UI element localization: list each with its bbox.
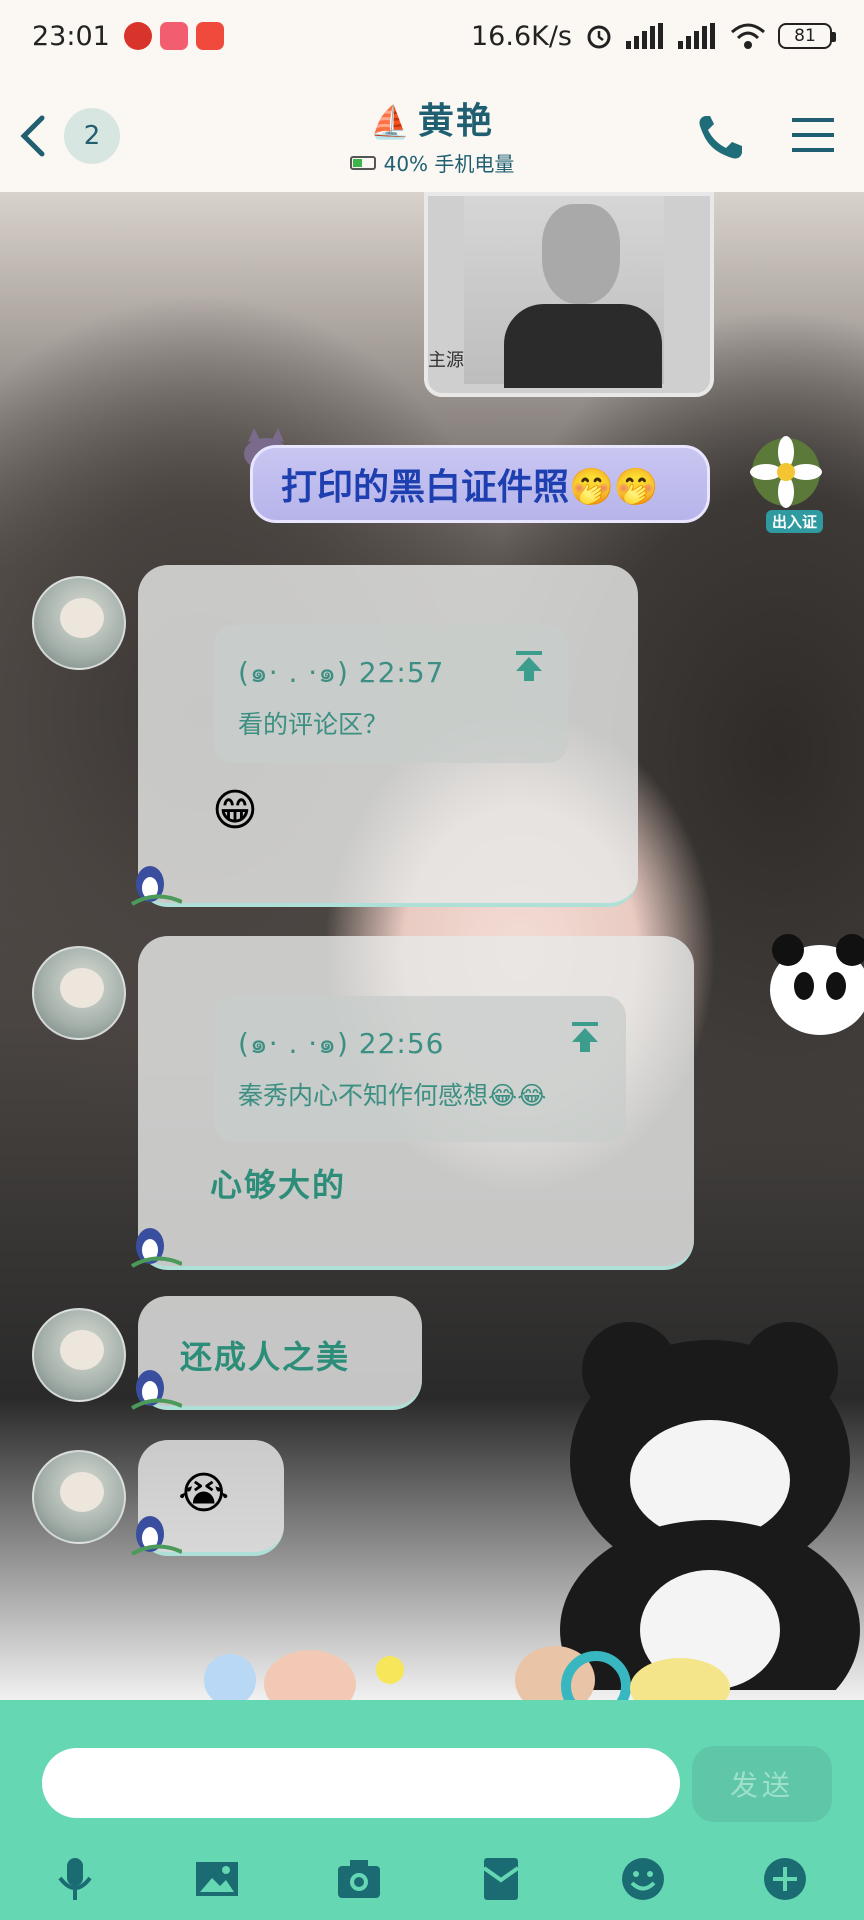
mic-icon[interactable] xyxy=(50,1854,100,1904)
penguin-sticker-icon xyxy=(130,1228,182,1268)
my-avatar[interactable]: 出入证 xyxy=(740,432,832,536)
bear-sticker xyxy=(560,1322,860,1690)
quoted-message[interactable]: (๑· . ·๑) 22:56 秦秀内心不知作何感想😂😂 xyxy=(214,996,626,1142)
app-notification-icon xyxy=(123,22,152,50)
network-speed: 16.6K/s xyxy=(471,20,572,52)
signal-icon xyxy=(626,23,663,49)
signal-hd-icon xyxy=(678,23,715,49)
contact-avatar[interactable] xyxy=(32,946,126,1040)
chat-header: 2 ⛵ 黄艳 40% 手机电量 xyxy=(0,72,864,192)
phone-icon[interactable] xyxy=(692,110,746,164)
image-icon[interactable] xyxy=(192,1854,242,1904)
status-bar: 23:01 16.6K/s 81 xyxy=(0,0,864,72)
photo-body xyxy=(504,304,662,388)
penguin-sticker-icon xyxy=(130,1516,182,1556)
send-button[interactable]: 发送 xyxy=(692,1746,832,1822)
message-input[interactable] xyxy=(42,1748,680,1818)
app-notification-icon xyxy=(195,22,224,50)
status-time: 23:01 xyxy=(32,20,110,52)
sailboat-icon: ⛵ xyxy=(370,103,412,141)
contact-name: 黄艳 xyxy=(417,101,494,142)
sent-message-bubble[interactable]: 打印的黑白证件照🤭🤭 xyxy=(250,445,710,523)
menu-icon[interactable] xyxy=(790,112,836,158)
jump-to-quote-icon[interactable] xyxy=(568,1020,602,1054)
contact-avatar[interactable] xyxy=(32,1308,126,1402)
pass-sticker: 出入证 xyxy=(766,510,824,533)
composer-toolbar xyxy=(0,1840,864,1920)
red-packet-icon[interactable] xyxy=(476,1854,526,1904)
penguin-sticker-icon xyxy=(130,1370,182,1410)
battery-mini-icon xyxy=(349,155,376,170)
penguin-sticker-icon xyxy=(130,866,182,906)
message-text: 心够大的 xyxy=(210,1166,347,1204)
id-photo xyxy=(464,196,664,388)
message-text: 还成人之美 xyxy=(180,1338,351,1376)
contact-avatar[interactable] xyxy=(32,576,126,670)
jump-to-quote-icon[interactable] xyxy=(512,649,546,683)
panda-sticker xyxy=(770,934,864,1035)
peeking-characters-decoration xyxy=(204,1646,730,1700)
daisy-icon xyxy=(750,436,822,508)
received-message-bubble[interactable]: (๑· . ·๑) 22:57 看的评论区？ 😁 xyxy=(138,565,638,907)
contact-avatar[interactable] xyxy=(32,1450,126,1544)
contact-battery-text: 40% 手机电量 xyxy=(383,152,515,176)
grin-emoji: 😁 xyxy=(212,785,258,836)
quote-text: 看的评论区？ xyxy=(238,710,389,739)
photo-face xyxy=(542,204,620,304)
quote-timestamp: (๑· . ·๑) 22:57 xyxy=(238,656,445,689)
wifi-icon xyxy=(731,23,765,49)
received-message-bubble[interactable]: (๑· . ·๑) 22:56 秦秀内心不知作何感想😂😂 心够大的 xyxy=(138,936,694,1270)
camera-icon[interactable] xyxy=(334,1854,384,1904)
composer-bar: 发送 xyxy=(0,1700,864,1920)
sent-message-text: 打印的黑白证件照🤭🤭 xyxy=(281,467,659,508)
crying-emoji: 😭 xyxy=(178,1468,230,1519)
notification-icons xyxy=(123,22,224,50)
quoted-message[interactable]: (๑· . ·๑) 22:57 看的评论区？ xyxy=(214,625,568,763)
plus-icon[interactable] xyxy=(760,1854,810,1904)
quote-timestamp: (๑· . ·๑) 22:56 xyxy=(238,1027,445,1060)
battery-indicator: 81 xyxy=(778,23,836,49)
app-notification-icon xyxy=(159,22,188,50)
emoji-icon[interactable] xyxy=(618,1854,668,1904)
image-message[interactable]: 主源 xyxy=(424,192,714,397)
alarm-icon xyxy=(587,25,611,49)
status-right: 16.6K/s 81 xyxy=(471,20,836,52)
quote-text: 秦秀内心不知作何感想😂😂 xyxy=(238,1081,547,1110)
photo-caption: 主源 xyxy=(428,350,464,371)
